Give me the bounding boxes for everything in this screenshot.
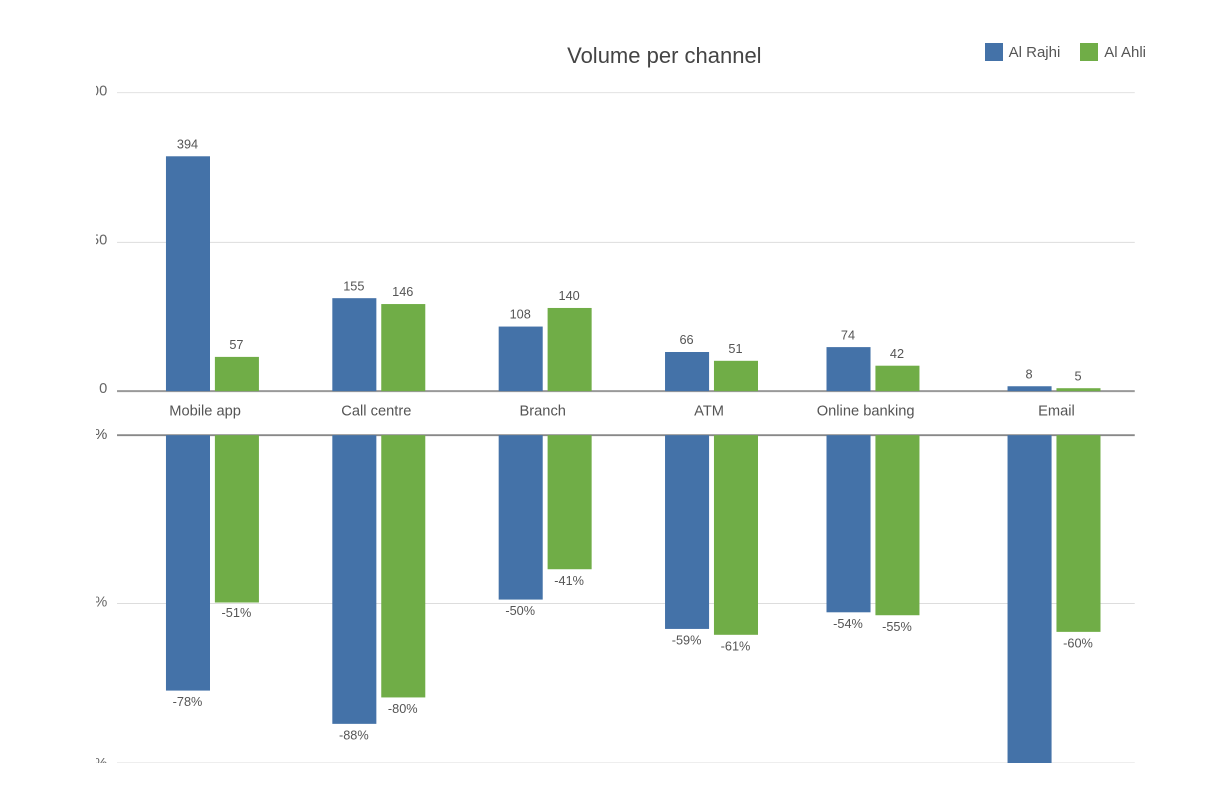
svg-text:Online banking: Online banking bbox=[817, 404, 915, 420]
rajhi-legend-label: Al Rajhi bbox=[1009, 44, 1061, 61]
svg-text:-50%: -50% bbox=[505, 603, 535, 618]
sent-bar-online-ahli bbox=[875, 435, 919, 615]
sent-bar-online-rajhi bbox=[827, 435, 871, 612]
legend-ahli: Al Ahli bbox=[1080, 43, 1146, 61]
svg-text:-78%: -78% bbox=[173, 694, 203, 709]
svg-text:155: 155 bbox=[343, 278, 364, 293]
bar-mobile-rajhi bbox=[166, 156, 210, 391]
svg-text:-59%: -59% bbox=[672, 633, 702, 648]
legend-rajhi: Al Rajhi bbox=[985, 43, 1061, 61]
svg-text:140: 140 bbox=[559, 288, 580, 303]
svg-text:51: 51 bbox=[728, 341, 742, 356]
sent-bar-atm-ahli bbox=[714, 435, 758, 635]
svg-text:-60%: -60% bbox=[1063, 636, 1093, 651]
svg-text:-51%: -51% bbox=[222, 605, 252, 620]
bar-online-rajhi bbox=[827, 347, 871, 391]
svg-text:-55%: -55% bbox=[882, 619, 912, 634]
sent-bar-branch-rajhi bbox=[499, 435, 543, 599]
svg-text:8: 8 bbox=[1026, 366, 1033, 381]
svg-text:146: 146 bbox=[392, 284, 413, 299]
bar-atm-ahli bbox=[714, 361, 758, 391]
bar-branch-ahli bbox=[548, 308, 592, 391]
bar-online-ahli bbox=[875, 366, 919, 391]
svg-text:74: 74 bbox=[841, 327, 855, 342]
sent-bar-mobile-ahli bbox=[215, 435, 259, 602]
chart-title: Volume per channel bbox=[567, 43, 761, 69]
bar-mobile-ahli bbox=[215, 357, 259, 391]
svg-text:394: 394 bbox=[177, 136, 198, 151]
svg-text:-61%: -61% bbox=[721, 638, 751, 653]
y-vol-500: 500 bbox=[96, 84, 107, 100]
ahli-legend-label: Al Ahli bbox=[1104, 44, 1146, 61]
y-sent-100: -100% bbox=[96, 756, 107, 763]
svg-text:Mobile app: Mobile app bbox=[169, 404, 241, 420]
bar-callcentre-ahli bbox=[381, 304, 425, 391]
bar-callcentre-rajhi bbox=[332, 298, 376, 391]
bar-email-ahli bbox=[1056, 388, 1100, 391]
svg-text:Branch: Branch bbox=[519, 404, 565, 420]
svg-text:-88%: -88% bbox=[339, 728, 369, 743]
svg-text:Call centre: Call centre bbox=[341, 404, 411, 420]
rajhi-legend-color bbox=[985, 43, 1003, 61]
sent-bar-email-rajhi bbox=[1008, 435, 1052, 763]
svg-text:5: 5 bbox=[1074, 368, 1081, 383]
svg-text:-80%: -80% bbox=[388, 701, 418, 716]
svg-text:57: 57 bbox=[229, 337, 243, 352]
svg-text:42: 42 bbox=[890, 346, 904, 361]
svg-text:Email: Email bbox=[1038, 404, 1075, 420]
chart-container: Volume per channel Al Rajhi Al Ahli 500 … bbox=[26, 23, 1186, 783]
sent-bar-email-ahli bbox=[1056, 435, 1100, 632]
main-chart-svg: 500 250 0 394 57 Mobile app 155 146 Call… bbox=[96, 78, 1146, 763]
sent-bar-callcentre-ahli bbox=[381, 435, 425, 697]
ahli-legend-color bbox=[1080, 43, 1098, 61]
sent-bar-branch-ahli bbox=[548, 435, 592, 569]
bar-atm-rajhi bbox=[665, 352, 709, 391]
svg-text:108: 108 bbox=[510, 307, 531, 322]
svg-text:-54%: -54% bbox=[833, 616, 863, 631]
svg-text:0%: 0% bbox=[96, 427, 107, 443]
bar-email-rajhi bbox=[1008, 386, 1052, 391]
svg-text:ATM: ATM bbox=[694, 404, 724, 420]
svg-text:66: 66 bbox=[679, 332, 693, 347]
sent-bar-mobile-rajhi bbox=[166, 435, 210, 690]
legend: Al Rajhi Al Ahli bbox=[985, 43, 1146, 61]
y-vol-0: 0 bbox=[99, 381, 107, 397]
sent-bar-atm-rajhi bbox=[665, 435, 709, 629]
svg-text:-41%: -41% bbox=[554, 573, 584, 588]
bar-branch-rajhi bbox=[499, 327, 543, 392]
sent-bar-callcentre-rajhi bbox=[332, 435, 376, 724]
y-sent-50: -50% bbox=[96, 594, 107, 610]
y-vol-250: 250 bbox=[96, 232, 107, 248]
